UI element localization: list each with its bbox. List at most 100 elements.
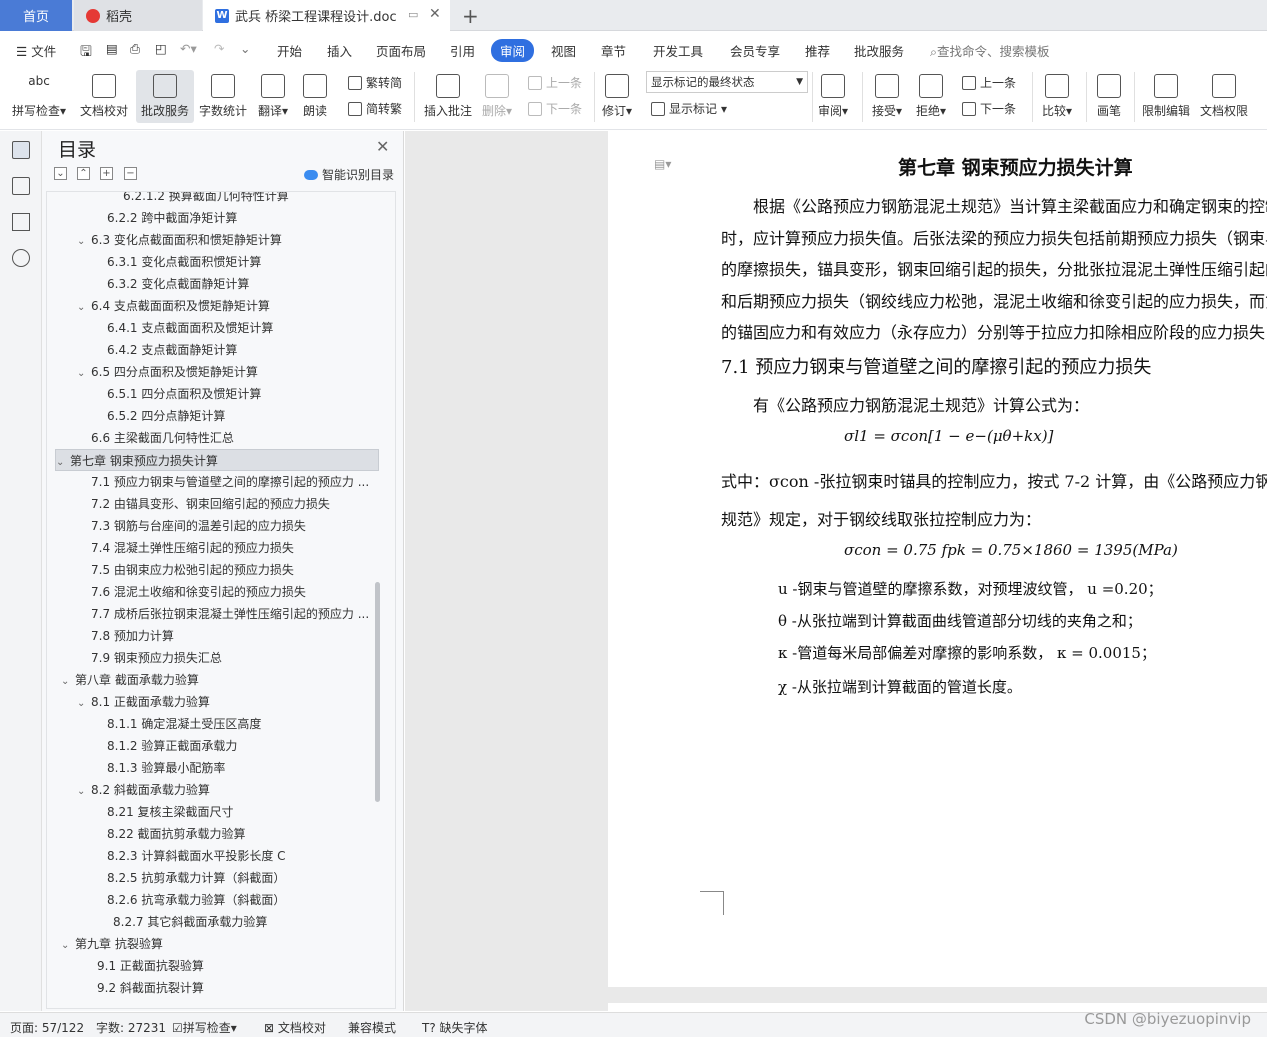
- next-comment-button[interactable]: 下一条: [528, 100, 582, 117]
- read-aloud-button[interactable]: 朗读: [303, 74, 327, 119]
- accept-button[interactable]: 接受▾: [872, 74, 902, 119]
- toc-item[interactable]: ⌄ 8.1 正截面承载力验算: [77, 691, 210, 713]
- toc-item[interactable]: 7.8 预加力计算: [91, 625, 174, 647]
- menu-layout[interactable]: 页面布局: [376, 41, 426, 60]
- prev-comment-button[interactable]: 上一条: [528, 74, 582, 91]
- chevron-down-icon[interactable]: ⌄: [77, 231, 91, 253]
- expand-up-icon[interactable]: ⌃: [77, 167, 90, 180]
- status-proofread[interactable]: ⊠ 文档校对: [264, 1019, 326, 1036]
- monitor-icon[interactable]: ▭: [408, 8, 418, 21]
- restrict-edit-button[interactable]: 限制编辑: [1142, 74, 1190, 119]
- bookmark-icon[interactable]: [12, 213, 30, 231]
- show-marks-button[interactable]: 显示标记 ▾: [651, 100, 727, 117]
- chevron-down-icon[interactable]: ⌄: [56, 452, 70, 474]
- add-level-icon[interactable]: +: [100, 167, 113, 180]
- toc-item[interactable]: 7.6 混泥土收缩和徐变引起的预应力损失: [91, 581, 306, 603]
- toc-item[interactable]: ⌄ 6.4 支点截面面积及惯矩静矩计算: [77, 295, 270, 317]
- reject-button[interactable]: 拒绝▾: [916, 74, 946, 119]
- chapter-icon[interactable]: [12, 177, 30, 195]
- more-icon[interactable]: ⌄: [240, 41, 250, 56]
- para-icon[interactable]: ▤▾: [654, 157, 671, 171]
- toc-item[interactable]: 7.4 混凝土弹性压缩引起的预应力损失: [91, 537, 294, 559]
- chevron-down-icon[interactable]: ⌄: [77, 297, 91, 319]
- menu-review[interactable]: 审阅: [491, 39, 535, 62]
- menu-recommend[interactable]: 推荐: [805, 41, 830, 60]
- tab-daoke[interactable]: 稻壳: [74, 0, 202, 31]
- menu-correction[interactable]: 批改服务: [854, 41, 904, 60]
- pen-button[interactable]: 画笔: [1097, 74, 1121, 119]
- toc-item[interactable]: 6.6 主梁截面几何特性汇总: [91, 427, 234, 449]
- toc-item[interactable]: 7.2 由锚具变形、钢束回缩引起的预应力损失: [91, 493, 330, 515]
- toc-scrollbar[interactable]: [375, 582, 380, 802]
- smart-toc-button[interactable]: 智能识别目录: [304, 166, 394, 183]
- undo-icon[interactable]: ↶▾: [180, 41, 197, 56]
- compare-button[interactable]: 比较▾: [1042, 74, 1072, 119]
- prev-change-button[interactable]: 上一条: [962, 74, 1016, 91]
- chevron-down-icon[interactable]: ⌄: [77, 693, 91, 715]
- save-icon[interactable]: 🖫: [80, 41, 92, 65]
- chevron-down-icon[interactable]: ⌄: [61, 935, 75, 957]
- doc-permission-button[interactable]: 文档权限: [1200, 74, 1248, 119]
- status-spell-check[interactable]: ☑拼写检查▾: [172, 1019, 237, 1036]
- toc-item[interactable]: 9.2 斜截面抗裂计算: [97, 977, 204, 999]
- toc-item[interactable]: 7.3 钢筋与台座间的温差引起的应力损失: [91, 515, 306, 537]
- toc-item[interactable]: 8.2.7 其它斜截面承载力验算: [113, 911, 267, 933]
- new-tab-button[interactable]: +: [462, 0, 479, 31]
- menu-developer[interactable]: 开发工具: [653, 41, 703, 60]
- toc-item[interactable]: 8.2.5 抗剪承载力计算（斜截面）: [107, 867, 285, 889]
- close-icon[interactable]: ✕: [376, 137, 389, 156]
- toc-item[interactable]: 7.7 成桥后张拉钢束混凝土弹性压缩引起的预应力 ...: [91, 603, 369, 625]
- menu-member[interactable]: 会员专享: [730, 41, 780, 60]
- toc-item[interactable]: ⌄ 8.2 斜截面承载力验算: [77, 779, 210, 801]
- toc-item[interactable]: 8.1.1 确定混凝土受压区高度: [107, 713, 261, 735]
- collapse-all-icon[interactable]: ⌄: [54, 167, 67, 180]
- toc-item[interactable]: 6.3.1 变化点截面积惯矩计算: [107, 251, 261, 273]
- menu-view[interactable]: 视图: [551, 41, 576, 60]
- toc-item[interactable]: 6.2.1.2 换算截面几何特性计算: [123, 192, 289, 207]
- toc-item[interactable]: ⌄ 第九章 抗裂验算: [61, 933, 163, 955]
- toc-item[interactable]: 8.22 截面抗剪承载力验算: [107, 823, 246, 845]
- toc-item[interactable]: 6.2.2 跨中截面净矩计算: [107, 207, 237, 229]
- track-changes-button[interactable]: 修订▾: [602, 74, 632, 119]
- chevron-down-icon[interactable]: ⌄: [77, 363, 91, 385]
- translate-button[interactable]: 翻译▾: [258, 74, 288, 119]
- toc-item[interactable]: ⌄ 第八章 截面承载力验算: [61, 669, 199, 691]
- redo-icon[interactable]: ↷: [214, 41, 224, 56]
- toc-item[interactable]: ⌄ 6.3 变化点截面面积和惯矩静矩计算: [77, 229, 282, 251]
- page-count[interactable]: 页面: 57/122: [10, 1019, 84, 1036]
- missing-font[interactable]: T? 缺失字体: [422, 1019, 488, 1036]
- toc-item[interactable]: 8.1.3 验算最小配筋率: [107, 757, 225, 779]
- toc-item[interactable]: 7.1 预应力钢束与管道壁之间的摩擦引起的预应力 ...: [91, 471, 369, 493]
- toc-item[interactable]: 6.4.2 支点截面静矩计算: [107, 339, 237, 361]
- chevron-down-icon[interactable]: ⌄: [77, 781, 91, 803]
- toc-item[interactable]: 6.3.2 变化点截面静矩计算: [107, 273, 249, 295]
- spell-check-button[interactable]: abc 拼写检查▾: [12, 74, 66, 119]
- toc-item[interactable]: 6.5.2 四分点静矩计算: [107, 405, 225, 427]
- menu-chapter[interactable]: 章节: [601, 41, 626, 60]
- search-icon[interactable]: [12, 249, 30, 267]
- toc-item[interactable]: 8.1.2 验算正截面承载力: [107, 735, 237, 757]
- close-tab-icon[interactable]: ✕: [429, 6, 441, 22]
- toc-item[interactable]: 7.5 由钢束应力松弛引起的预应力损失: [91, 559, 294, 581]
- toc-item[interactable]: 8.21 复核主梁截面尺寸: [107, 801, 234, 823]
- toc-icon[interactable]: [12, 141, 30, 159]
- word-count-button[interactable]: 字数统计: [199, 74, 247, 119]
- remove-level-icon[interactable]: −: [124, 167, 137, 180]
- tab-document[interactable]: W 武兵 桥梁工程课程设计.doc ▭ ✕: [203, 0, 450, 31]
- simp-to-trad-button[interactable]: 简转繁: [348, 100, 402, 117]
- trad-to-simp-button[interactable]: 繁转简: [348, 74, 402, 91]
- chevron-down-icon[interactable]: ⌄: [61, 671, 75, 693]
- word-count[interactable]: 字数: 27231: [96, 1019, 166, 1036]
- export-icon[interactable]: ▤: [106, 41, 118, 56]
- print-icon[interactable]: ⎙: [130, 41, 140, 57]
- insert-comment-button[interactable]: 插入批注: [424, 74, 472, 119]
- review-service-button[interactable]: 批改服务: [136, 70, 195, 123]
- proofread-button[interactable]: 文档校对: [80, 74, 128, 119]
- tab-home[interactable]: 首页: [0, 0, 72, 31]
- toc-item[interactable]: 6.5.1 四分点面积及惯矩计算: [107, 383, 261, 405]
- document-page[interactable]: ▤▾ 第七章 钢束预应力损失计算 根据《公路预应力钢筋混泥土规范》当计算主梁截面…: [608, 131, 1267, 987]
- toc-item[interactable]: ⌄ 6.5 四分点面积及惯矩静矩计算: [77, 361, 258, 383]
- display-mode-select[interactable]: 显示标记的最终状态 ▼: [646, 71, 808, 93]
- delete-comment-button[interactable]: 删除▾: [482, 74, 512, 119]
- toc-item[interactable]: 8.2.3 计算斜截面水平投影长度 C: [107, 845, 286, 867]
